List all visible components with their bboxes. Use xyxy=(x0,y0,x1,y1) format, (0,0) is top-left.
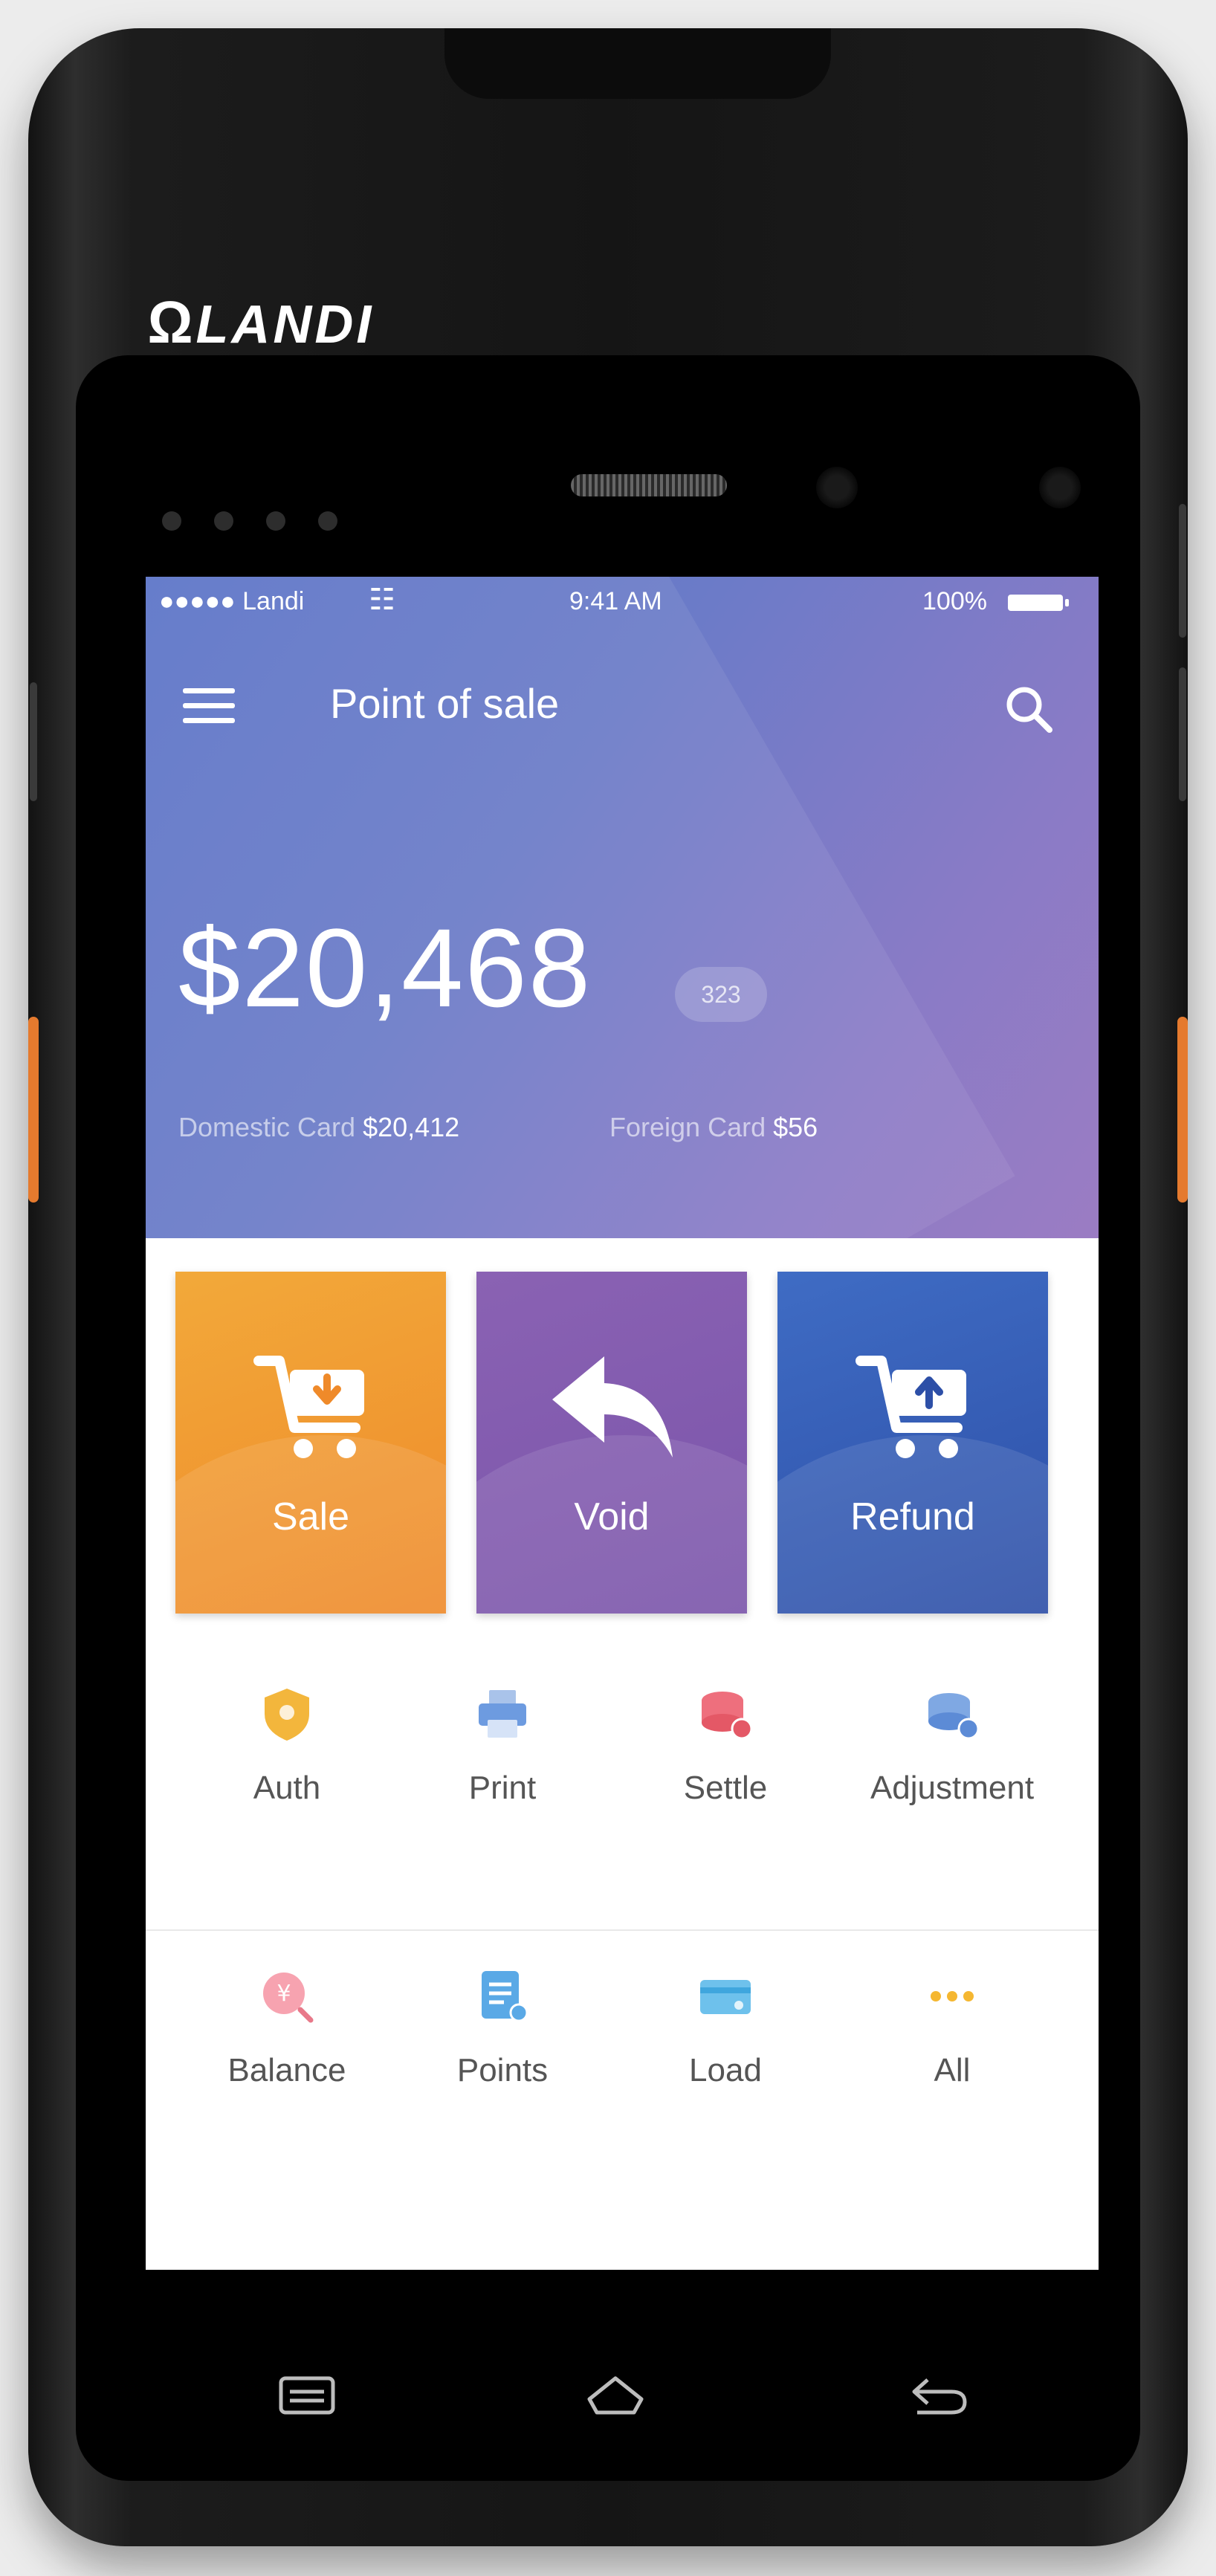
svg-text:¥: ¥ xyxy=(276,1981,291,2007)
domestic-card-stat: Domestic Card $20,412 xyxy=(178,1112,459,1142)
front-camera xyxy=(816,467,858,508)
yen-search-icon: ¥ xyxy=(263,1973,314,2023)
sale-label: Sale xyxy=(271,1495,350,1538)
power-key[interactable] xyxy=(1179,504,1186,638)
settle-label: Settle xyxy=(683,1770,768,1806)
device-top-notch xyxy=(444,28,831,99)
adjustment-label: Adjustment xyxy=(870,1770,1035,1806)
coins-edit-icon xyxy=(928,1693,980,1740)
cart-upload-icon xyxy=(856,1356,966,1458)
function-row-2: ¥ Balance Points Load All xyxy=(146,1952,1099,2197)
battery-level: 100% xyxy=(922,587,987,615)
all-label: All xyxy=(934,2052,971,2088)
summary-header: ●●●●● Landi ☷ 9:41 AM 100% Point of sale… xyxy=(146,577,1099,1238)
foreign-card-value: $56 xyxy=(773,1112,818,1142)
carrier-name: ●●●●● Landi xyxy=(159,587,305,615)
more-dots-icon xyxy=(931,1991,974,2001)
shield-icon xyxy=(265,1689,309,1741)
points-label: Points xyxy=(456,2052,549,2088)
earpiece-speaker xyxy=(571,474,727,496)
balance-label: Balance xyxy=(227,2052,346,2088)
coins-check-icon xyxy=(702,1692,753,1740)
right-side-key[interactable] xyxy=(1177,1017,1188,1203)
sensor-dots xyxy=(162,511,370,534)
menu-icon[interactable] xyxy=(183,688,235,727)
foreign-card-label: Foreign Card xyxy=(609,1112,766,1142)
printer-icon xyxy=(479,1690,526,1738)
list-document-icon xyxy=(482,1971,528,2022)
total-balance: $20,468 xyxy=(178,905,592,1030)
undo-arrow-icon xyxy=(552,1356,673,1457)
search-icon[interactable] xyxy=(1000,681,1060,740)
print-label: Print xyxy=(468,1770,537,1806)
wifi-icon: ☷ xyxy=(369,583,395,616)
back-key-icon[interactable] xyxy=(905,2369,972,2421)
auth-label: Auth xyxy=(253,1770,321,1806)
domestic-card-value: $20,412 xyxy=(363,1112,460,1142)
battery-icon xyxy=(1008,595,1069,611)
function-row-1: Auth Print Settle Adjustment xyxy=(146,1669,1099,1915)
menu-key-icon[interactable] xyxy=(274,2369,340,2421)
card-breakdown: Domestic Card $20,412 Foreign Card $56 xyxy=(178,1112,818,1143)
status-bar: ●●●●● Landi ☷ 9:41 AM 100% xyxy=(146,577,1099,629)
grid-divider xyxy=(146,1929,1099,1931)
pos-app-screen: ●●●●● Landi ☷ 9:41 AM 100% Point of sale… xyxy=(146,577,1099,2270)
left-side-key[interactable] xyxy=(28,1017,39,1203)
ambient-sensor xyxy=(1039,467,1081,508)
brand-mark-icon: Ω xyxy=(147,289,196,355)
void-label: Void xyxy=(574,1495,650,1538)
load-label: Load xyxy=(689,2052,762,2088)
brand-logo: ΩLANDI xyxy=(147,288,374,357)
status-time: 9:41 AM xyxy=(569,587,662,615)
brand-name: LANDI xyxy=(195,295,375,355)
function-key[interactable] xyxy=(1179,667,1186,801)
cart-download-icon xyxy=(253,1356,364,1458)
refund-label: Refund xyxy=(850,1495,975,1538)
void-button[interactable]: Void xyxy=(476,1272,747,1614)
sale-button[interactable]: Sale xyxy=(175,1272,446,1614)
foreign-card-stat: Foreign Card $56 xyxy=(609,1112,818,1143)
transaction-count-badge: 323 xyxy=(675,967,767,1022)
domestic-card-label: Domestic Card xyxy=(178,1112,356,1142)
home-key-icon[interactable] xyxy=(582,2369,649,2421)
refund-button[interactable]: Refund xyxy=(777,1272,1048,1614)
page-title: Point of sale xyxy=(330,680,560,727)
volume-key[interactable] xyxy=(30,682,37,801)
card-icon xyxy=(700,1980,751,2014)
